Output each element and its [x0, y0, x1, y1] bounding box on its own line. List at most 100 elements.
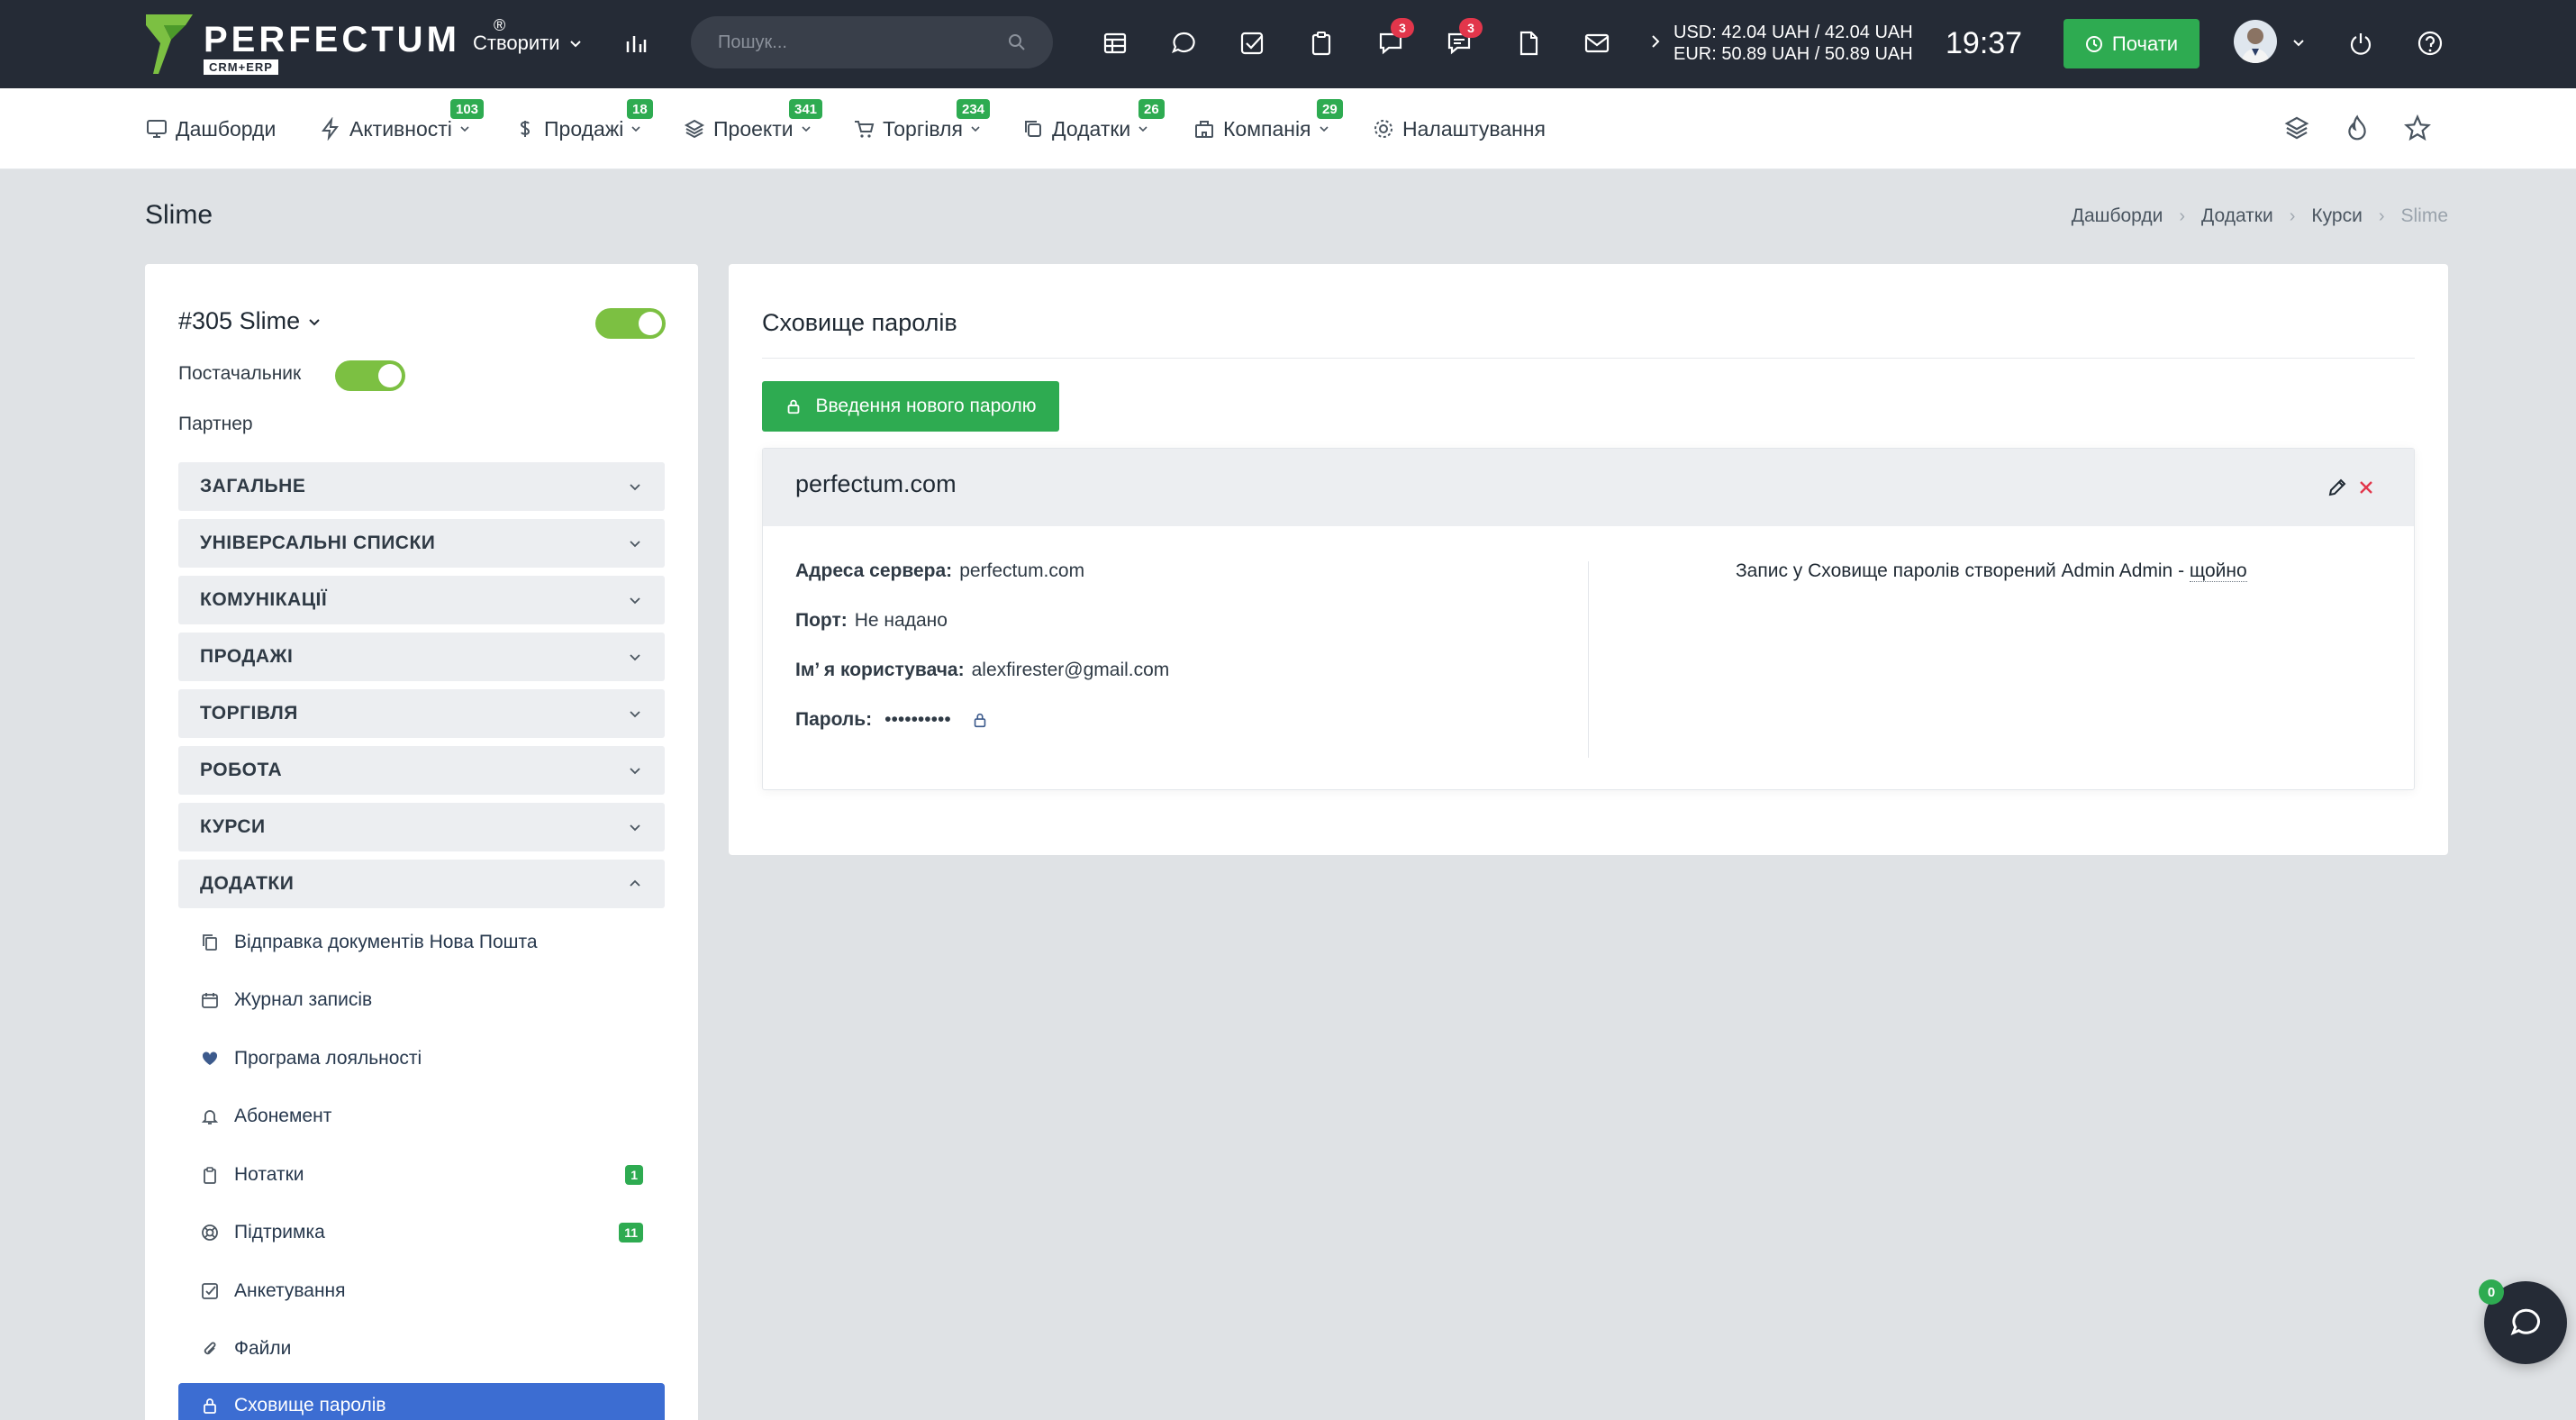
nav-settings[interactable]: Налаштування — [1372, 114, 1546, 144]
page-title: Slime — [145, 200, 213, 230]
comments-icon[interactable]: 3 — [1441, 18, 1483, 61]
power-icon[interactable] — [2343, 25, 2379, 61]
breadcrumb-separator: › — [2378, 205, 2385, 226]
username-value: alexfirester@gmail.com — [971, 660, 1170, 680]
module-nav: Дашборди Активності 103 Продажі 18 Проек… — [0, 88, 2576, 169]
fire-icon[interactable] — [2343, 114, 2372, 142]
building-icon — [1193, 117, 1216, 141]
nav-company[interactable]: Компанія 29 — [1193, 99, 1343, 144]
chevron-down-icon — [1319, 126, 1329, 132]
chat-badge: 3 — [1459, 18, 1483, 38]
search-box — [691, 16, 1053, 68]
reports-icon[interactable] — [618, 25, 654, 61]
section-label: РОБОТА — [200, 760, 283, 780]
clock: 19:37 — [1946, 26, 2023, 60]
breadcrumb-separator: › — [2289, 205, 2296, 226]
section-work[interactable]: РОБОТА — [178, 746, 665, 795]
add-password-button[interactable]: Введення нового паролю — [762, 381, 1059, 432]
chevron-down-icon[interactable] — [2292, 36, 2305, 49]
usd-rate: USD: 42.04 UAH / 42.04 UAH — [1673, 23, 1913, 42]
section-universal-lists[interactable]: УНІВЕРСАЛЬНІ СПИСКИ — [178, 519, 665, 568]
addon-files[interactable]: Файли — [200, 1326, 665, 1371]
layers-icon[interactable] — [2282, 114, 2311, 142]
supplier-toggle[interactable] — [335, 360, 405, 391]
nav-dashboards[interactable]: Дашборди — [145, 114, 276, 144]
addon-notes[interactable]: Нотатки 1 — [200, 1152, 665, 1197]
currency-rates: USD: 42.04 UAH / 42.04 UAH EUR: 50.89 UA… — [1673, 22, 1913, 65]
section-trade[interactable]: ТОРГІВЛЯ — [178, 689, 665, 738]
section-courses[interactable]: КУРСИ — [178, 803, 665, 851]
nav-trade[interactable]: Торгівля 234 — [852, 99, 991, 144]
search-input[interactable] — [718, 32, 1008, 53]
clipboard-icon[interactable] — [1303, 25, 1339, 61]
record-sidebar: #305 Slime Постачальник Партнер ЗАГАЛЬНЕ… — [145, 264, 698, 1420]
avatar[interactable] — [2234, 20, 2277, 63]
chevron-up-icon — [630, 879, 640, 887]
breadcrumb-item[interactable]: Курси — [2311, 205, 2362, 227]
chat-bubble-icon[interactable] — [1166, 25, 1202, 61]
chevron-down-icon — [630, 824, 640, 832]
chevron-down-icon — [630, 768, 640, 775]
breadcrumb: Дашборди › Додатки › Курси › Slime — [2072, 205, 2448, 227]
breadcrumb-item[interactable]: Дашборди — [2072, 205, 2163, 227]
add-password-label: Введення нового паролю — [815, 396, 1037, 416]
task-check-icon[interactable] — [1234, 25, 1270, 61]
create-menu[interactable]: Створити — [473, 27, 582, 59]
mail-icon[interactable] — [1579, 25, 1615, 61]
addon-label: Анкетування — [234, 1280, 346, 1301]
nav-sales[interactable]: Продажі 18 — [513, 99, 653, 144]
nav-label: Проекти — [713, 116, 794, 141]
section-label: ТОРГІВЛЯ — [200, 703, 298, 724]
username-row: Ім’ я користувача: alexfirester@gmail.co… — [795, 660, 1169, 681]
delete-x-icon[interactable] — [2354, 476, 2378, 499]
record-active-toggle[interactable] — [595, 308, 666, 339]
nav-label: Торгівля — [883, 116, 963, 141]
password-row: Пароль: •••••••••• — [795, 709, 989, 731]
password-entry-card: perfectum.com Адреса сервера: perfectum.… — [762, 448, 2415, 790]
edit-pencil-icon[interactable] — [2326, 476, 2349, 499]
nav-badge: 234 — [957, 99, 991, 119]
messages-icon[interactable]: 3 — [1373, 18, 1414, 61]
section-addons[interactable]: ДОДАТКИ — [178, 860, 665, 908]
help-icon[interactable] — [2412, 25, 2448, 61]
addon-loyalty[interactable]: Програма лояльності — [200, 1036, 665, 1081]
calendar-table-icon[interactable] — [1097, 25, 1133, 61]
supplier-label: Постачальник — [178, 363, 302, 384]
port-value: Не надано — [854, 610, 948, 631]
logo-mark-icon — [146, 14, 193, 74]
record-title[interactable]: #305 Slime — [178, 307, 322, 335]
chevron-down-icon — [1138, 126, 1147, 132]
password-value: •••••••••• — [884, 709, 951, 730]
chevron-down-icon — [631, 126, 640, 132]
addon-subscription[interactable]: Абонемент — [200, 1094, 665, 1139]
breadcrumb-item[interactable]: Додатки — [2201, 205, 2273, 227]
start-timer-button[interactable]: Почати — [2064, 19, 2200, 68]
addon-password-vault[interactable]: Сховище паролів — [178, 1383, 665, 1420]
paperclip-icon — [200, 1339, 220, 1359]
section-general[interactable]: ЗАГАЛЬНЕ — [178, 462, 665, 511]
star-icon[interactable] — [2403, 114, 2432, 142]
chat-widget-button[interactable]: 0 — [2479, 1279, 2567, 1364]
addon-survey[interactable]: Анкетування — [200, 1269, 665, 1314]
addon-label: Підтримка — [234, 1222, 325, 1242]
addon-journal[interactable]: Журнал записів — [200, 978, 665, 1023]
chevron-right-icon[interactable] — [1650, 34, 1661, 49]
copy-icon — [1021, 117, 1045, 141]
brand-sub: CRM+ERP — [204, 59, 278, 75]
nav-badge: 18 — [627, 99, 653, 119]
start-label: Почати — [2111, 32, 2179, 55]
section-sales[interactable]: ПРОДАЖІ — [178, 633, 665, 681]
chevron-down-icon — [630, 654, 640, 661]
chevron-down-icon — [630, 597, 640, 605]
nav-addons[interactable]: Додатки 26 — [1021, 99, 1165, 144]
addon-support[interactable]: Підтримка 11 — [200, 1210, 665, 1255]
reveal-lock-icon[interactable] — [971, 711, 989, 729]
addon-nova-poshta[interactable]: Відправка документів Нова Пошта — [200, 920, 665, 965]
section-communications[interactable]: КОМУНІКАЦІЇ — [178, 576, 665, 624]
document-icon[interactable] — [1510, 25, 1547, 61]
search-icon[interactable] — [1008, 33, 1026, 51]
nav-activities[interactable]: Активності 103 — [319, 99, 485, 144]
section-label: УНІВЕРСАЛЬНІ СПИСКИ — [200, 532, 436, 553]
nav-projects[interactable]: Проекти 341 — [683, 99, 823, 144]
logo[interactable]: PERFECTUM ® CRM+ERP — [144, 13, 505, 76]
